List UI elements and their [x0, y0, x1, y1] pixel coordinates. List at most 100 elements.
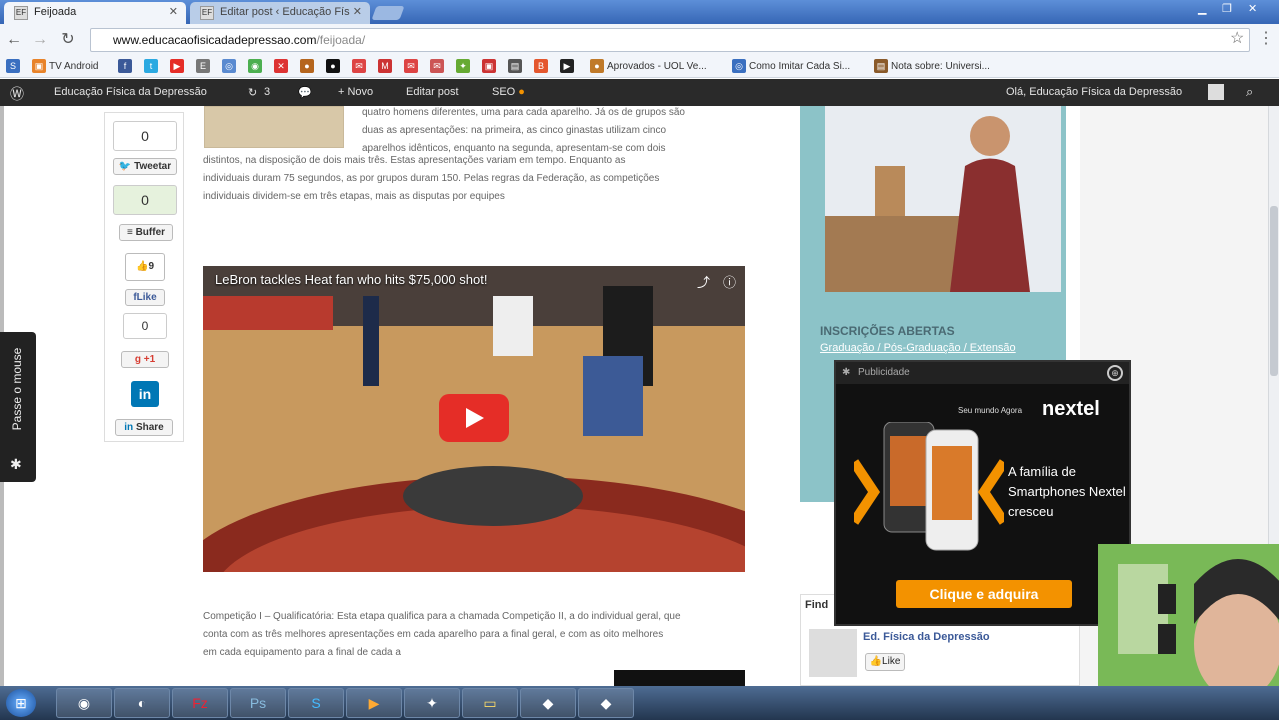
- ad-icon: ✱: [842, 367, 851, 378]
- folder-taskbar-icon[interactable]: ▭: [462, 688, 518, 718]
- bookmark-nota[interactable]: ▤ Nota sobre: Universi...: [874, 59, 990, 75]
- bookmark-globe[interactable]: ◎: [222, 59, 239, 75]
- doc-icon: ▤: [874, 59, 888, 74]
- address-bar[interactable]: www.educacaofisicadadepressao.com/feijoa…: [90, 28, 1250, 52]
- close-tab-icon[interactable]: ✕: [169, 5, 178, 18]
- bookmark-star-icon[interactable]: ☆: [1230, 28, 1244, 48]
- maximize-icon[interactable]: ❐: [1222, 2, 1232, 15]
- bookmark-youtube[interactable]: ▶: [170, 59, 187, 75]
- youtube-video-player[interactable]: LeBron tackles Heat fan who hits $75,000…: [203, 266, 745, 572]
- bookmark-s-icon[interactable]: S: [6, 59, 20, 74]
- bookmark-b[interactable]: B: [534, 59, 551, 75]
- office-photo-icon: [825, 106, 1061, 292]
- bookmark-hero[interactable]: ✦: [456, 59, 473, 75]
- uol-icon: ●: [590, 59, 604, 74]
- close-tab-icon[interactable]: ✕: [353, 5, 362, 18]
- app-taskbar-icon[interactable]: ✦: [404, 688, 460, 718]
- tweet-count: 0: [113, 121, 177, 151]
- ad-popup: ✱ Publicidade ⊕ Seu mundo Agora nextel A…: [834, 360, 1131, 626]
- updates-icon[interactable]: ↻: [248, 86, 257, 99]
- bookmark-video[interactable]: ▶: [560, 59, 577, 75]
- fb-like-button[interactable]: fLike: [125, 289, 165, 306]
- media-player-taskbar-icon[interactable]: ▶: [346, 688, 402, 718]
- fb-page-name[interactable]: Ed. Física da Depressão: [863, 631, 990, 643]
- buffer-button[interactable]: ≡ Buffer: [119, 224, 173, 241]
- firefox-taskbar-icon[interactable]: ◐: [114, 688, 170, 718]
- bookmark-tv-android[interactable]: ▣ TV Android: [32, 59, 98, 75]
- skype-taskbar-icon[interactable]: S: [288, 688, 344, 718]
- play-button[interactable]: [439, 394, 509, 442]
- page-avatar[interactable]: [809, 629, 857, 677]
- close-window-icon[interactable]: ✕: [1248, 2, 1257, 15]
- new-tab-button[interactable]: [371, 6, 405, 20]
- tab-editar-post[interactable]: EF Editar post ‹ Educação Fís ✕: [190, 2, 370, 24]
- asterisk-icon: ✱: [10, 456, 22, 472]
- wp-new[interactable]: + Novo: [338, 86, 373, 98]
- bookmark-envelope[interactable]: ✉: [404, 59, 421, 75]
- share-icon[interactable]: ⤴: [697, 272, 710, 291]
- share-label: Share: [135, 422, 164, 433]
- back-icon[interactable]: ←: [4, 30, 24, 50]
- video-title[interactable]: LeBron tackles Heat fan who hits $75,000…: [215, 272, 487, 287]
- wp-site-name[interactable]: Educação Física da Depressão: [54, 86, 207, 98]
- camtasia-taskbar-icon[interactable]: ◆: [520, 688, 576, 718]
- course-links[interactable]: Graduação / Pós-Graduação / Extensão: [820, 342, 1016, 354]
- bookmark-mail2[interactable]: ✉: [430, 59, 447, 75]
- bookmark-mail[interactable]: ✉: [352, 59, 369, 75]
- passe-o-mouse-tab[interactable]: Passe o mouse ✱: [0, 332, 36, 482]
- wp-edit-post[interactable]: Editar post: [406, 86, 459, 98]
- video-icon: ▶: [560, 59, 574, 74]
- gplus-count: 0: [123, 313, 167, 339]
- tab-feijoada[interactable]: EF Feijoada ✕: [4, 2, 186, 24]
- gplus-button[interactable]: g +1: [121, 351, 169, 368]
- wp-seo[interactable]: SEO ●: [492, 86, 525, 98]
- smartphones-image[interactable]: [854, 422, 1004, 562]
- bookmark-box[interactable]: ▤: [508, 59, 525, 75]
- bookmark-x[interactable]: ✕: [274, 59, 291, 75]
- bookmark-black[interactable]: ●: [326, 59, 343, 75]
- comments-icon[interactable]: 💬: [298, 86, 312, 99]
- bookmark-gmail[interactable]: M: [378, 59, 395, 75]
- search-icon[interactable]: ⌕: [1246, 84, 1253, 100]
- photoshop-taskbar-icon[interactable]: Ps: [230, 688, 286, 718]
- start-button-icon[interactable]: ⊞: [6, 689, 36, 717]
- wordpress-icon[interactable]: Ⓦ: [10, 84, 24, 104]
- bookmark-site[interactable]: E: [196, 59, 213, 75]
- bookmark-cookie[interactable]: ●: [300, 59, 317, 75]
- bookmark-aprovados[interactable]: ● Aprovados - UOL Ve...: [590, 59, 707, 75]
- passe-o-mouse-label: Passe o mouse: [10, 347, 24, 431]
- wp-updates-count[interactable]: 3: [264, 86, 270, 98]
- ad-text: A família de Smartphones Nextel cresceu: [1008, 464, 1126, 519]
- android-icon: ▣: [32, 59, 46, 74]
- sidebar-photo[interactable]: [825, 106, 1061, 292]
- scrollbar-thumb[interactable]: [1270, 206, 1278, 376]
- filezilla-taskbar-icon[interactable]: Fz: [172, 688, 228, 718]
- minimize-icon[interactable]: ▁: [1198, 2, 1206, 15]
- mail-icon: ✉: [430, 59, 444, 74]
- bookmark-chrome[interactable]: ◉: [248, 59, 265, 75]
- forward-icon[interactable]: →: [30, 30, 50, 50]
- youtube-icon: ▶: [170, 59, 184, 74]
- avatar[interactable]: [1208, 84, 1224, 100]
- reload-icon[interactable]: ↻: [58, 30, 78, 50]
- linkedin-share-button[interactable]: in Share: [115, 419, 173, 436]
- info-icon[interactable]: ⓘ: [723, 272, 736, 291]
- close-icon[interactable]: ⊕: [1107, 365, 1123, 381]
- recorder-taskbar-icon[interactable]: ◆: [578, 688, 634, 718]
- wrench-icon[interactable]: ⋮: [1258, 28, 1274, 48]
- browser-tab-strip: EF Feijoada ✕ EF Editar post ‹ Educação …: [0, 0, 1279, 24]
- tweet-button[interactable]: 🐦 Tweetar: [113, 158, 177, 175]
- bookmark-twitter[interactable]: t: [144, 59, 161, 75]
- like-button[interactable]: 👍9: [125, 253, 165, 281]
- text-line: Competição I – Qualificatória: Esta etap…: [203, 611, 681, 622]
- fb-page-like-button[interactable]: 👍Like: [865, 653, 905, 671]
- text-line: quatro homens diferentes, uma para cada …: [362, 107, 685, 118]
- bookmark-image[interactable]: ▣: [482, 59, 499, 75]
- bookmark-como-imitar[interactable]: ◎ Como Imitar Cada Si...: [732, 59, 850, 75]
- linkedin-icon[interactable]: in: [131, 381, 159, 407]
- wp-greeting[interactable]: Olá, Educação Física da Depressão: [1006, 86, 1182, 98]
- chrome-taskbar-icon[interactable]: ◉: [56, 688, 112, 718]
- bookmark-facebook[interactable]: f: [118, 59, 135, 75]
- ad-cta-button[interactable]: Clique e adquira: [896, 580, 1072, 608]
- bookmark-label: TV Android: [49, 61, 99, 72]
